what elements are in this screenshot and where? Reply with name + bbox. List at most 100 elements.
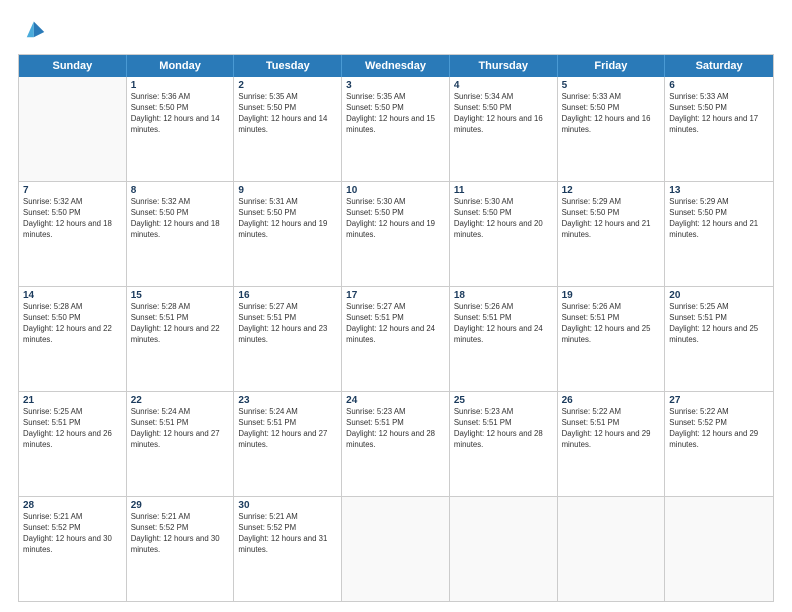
day-number: 22: [131, 395, 230, 406]
calendar-cell: 28Sunrise: 5:21 AMSunset: 5:52 PMDayligh…: [19, 497, 127, 601]
calendar-cell: [19, 77, 127, 181]
calendar-cell: 14Sunrise: 5:28 AMSunset: 5:50 PMDayligh…: [19, 287, 127, 391]
day-number: 18: [454, 290, 553, 301]
calendar-cell: 19Sunrise: 5:26 AMSunset: 5:51 PMDayligh…: [558, 287, 666, 391]
day-number: 4: [454, 80, 553, 91]
calendar-cell: 5Sunrise: 5:33 AMSunset: 5:50 PMDaylight…: [558, 77, 666, 181]
cell-details: Sunrise: 5:29 AMSunset: 5:50 PMDaylight:…: [669, 197, 769, 241]
cell-details: Sunrise: 5:27 AMSunset: 5:51 PMDaylight:…: [238, 302, 337, 346]
day-number: 13: [669, 185, 769, 196]
cell-details: Sunrise: 5:35 AMSunset: 5:50 PMDaylight:…: [346, 92, 445, 136]
cell-details: Sunrise: 5:34 AMSunset: 5:50 PMDaylight:…: [454, 92, 553, 136]
cell-details: Sunrise: 5:33 AMSunset: 5:50 PMDaylight:…: [669, 92, 769, 136]
cell-details: Sunrise: 5:31 AMSunset: 5:50 PMDaylight:…: [238, 197, 337, 241]
logo-icon: [18, 18, 46, 46]
day-number: 20: [669, 290, 769, 301]
day-number: 17: [346, 290, 445, 301]
calendar-cell: 17Sunrise: 5:27 AMSunset: 5:51 PMDayligh…: [342, 287, 450, 391]
day-number: 16: [238, 290, 337, 301]
calendar-cell: [558, 497, 666, 601]
day-number: 6: [669, 80, 769, 91]
calendar-cell: 6Sunrise: 5:33 AMSunset: 5:50 PMDaylight…: [665, 77, 773, 181]
cell-details: Sunrise: 5:21 AMSunset: 5:52 PMDaylight:…: [23, 512, 122, 556]
cell-details: Sunrise: 5:23 AMSunset: 5:51 PMDaylight:…: [346, 407, 445, 451]
calendar-cell: 30Sunrise: 5:21 AMSunset: 5:52 PMDayligh…: [234, 497, 342, 601]
calendar-cell: 4Sunrise: 5:34 AMSunset: 5:50 PMDaylight…: [450, 77, 558, 181]
calendar-cell: [665, 497, 773, 601]
day-number: 19: [562, 290, 661, 301]
calendar-cell: 11Sunrise: 5:30 AMSunset: 5:50 PMDayligh…: [450, 182, 558, 286]
day-number: 5: [562, 80, 661, 91]
calendar-cell: 9Sunrise: 5:31 AMSunset: 5:50 PMDaylight…: [234, 182, 342, 286]
day-number: 27: [669, 395, 769, 406]
calendar-cell: 8Sunrise: 5:32 AMSunset: 5:50 PMDaylight…: [127, 182, 235, 286]
cell-details: Sunrise: 5:32 AMSunset: 5:50 PMDaylight:…: [23, 197, 122, 241]
calendar-cell: 7Sunrise: 5:32 AMSunset: 5:50 PMDaylight…: [19, 182, 127, 286]
calendar-cell: 16Sunrise: 5:27 AMSunset: 5:51 PMDayligh…: [234, 287, 342, 391]
calendar-cell: 13Sunrise: 5:29 AMSunset: 5:50 PMDayligh…: [665, 182, 773, 286]
cell-details: Sunrise: 5:21 AMSunset: 5:52 PMDaylight:…: [238, 512, 337, 556]
calendar-row: 14Sunrise: 5:28 AMSunset: 5:50 PMDayligh…: [19, 286, 773, 391]
day-number: 12: [562, 185, 661, 196]
day-number: 9: [238, 185, 337, 196]
day-number: 2: [238, 80, 337, 91]
day-number: 23: [238, 395, 337, 406]
weekday-header: Tuesday: [234, 55, 342, 77]
calendar-cell: 24Sunrise: 5:23 AMSunset: 5:51 PMDayligh…: [342, 392, 450, 496]
day-number: 14: [23, 290, 122, 301]
cell-details: Sunrise: 5:22 AMSunset: 5:51 PMDaylight:…: [562, 407, 661, 451]
weekday-header: Sunday: [19, 55, 127, 77]
day-number: 7: [23, 185, 122, 196]
calendar-body: 1Sunrise: 5:36 AMSunset: 5:50 PMDaylight…: [19, 77, 773, 601]
day-number: 11: [454, 185, 553, 196]
calendar-cell: 23Sunrise: 5:24 AMSunset: 5:51 PMDayligh…: [234, 392, 342, 496]
weekday-header: Friday: [558, 55, 666, 77]
cell-details: Sunrise: 5:28 AMSunset: 5:50 PMDaylight:…: [23, 302, 122, 346]
calendar-cell: [342, 497, 450, 601]
day-number: 21: [23, 395, 122, 406]
cell-details: Sunrise: 5:28 AMSunset: 5:51 PMDaylight:…: [131, 302, 230, 346]
calendar-cell: 25Sunrise: 5:23 AMSunset: 5:51 PMDayligh…: [450, 392, 558, 496]
calendar-cell: 15Sunrise: 5:28 AMSunset: 5:51 PMDayligh…: [127, 287, 235, 391]
calendar-header: SundayMondayTuesdayWednesdayThursdayFrid…: [19, 55, 773, 77]
cell-details: Sunrise: 5:24 AMSunset: 5:51 PMDaylight:…: [131, 407, 230, 451]
calendar-cell: 18Sunrise: 5:26 AMSunset: 5:51 PMDayligh…: [450, 287, 558, 391]
calendar-cell: 1Sunrise: 5:36 AMSunset: 5:50 PMDaylight…: [127, 77, 235, 181]
weekday-header: Wednesday: [342, 55, 450, 77]
calendar-row: 28Sunrise: 5:21 AMSunset: 5:52 PMDayligh…: [19, 496, 773, 601]
page: SundayMondayTuesdayWednesdayThursdayFrid…: [0, 0, 792, 612]
cell-details: Sunrise: 5:35 AMSunset: 5:50 PMDaylight:…: [238, 92, 337, 136]
cell-details: Sunrise: 5:26 AMSunset: 5:51 PMDaylight:…: [454, 302, 553, 346]
cell-details: Sunrise: 5:36 AMSunset: 5:50 PMDaylight:…: [131, 92, 230, 136]
cell-details: Sunrise: 5:33 AMSunset: 5:50 PMDaylight:…: [562, 92, 661, 136]
day-number: 8: [131, 185, 230, 196]
logo: [18, 18, 50, 46]
header: [18, 18, 774, 46]
weekday-header: Thursday: [450, 55, 558, 77]
calendar-cell: 10Sunrise: 5:30 AMSunset: 5:50 PMDayligh…: [342, 182, 450, 286]
cell-details: Sunrise: 5:24 AMSunset: 5:51 PMDaylight:…: [238, 407, 337, 451]
cell-details: Sunrise: 5:27 AMSunset: 5:51 PMDaylight:…: [346, 302, 445, 346]
calendar-row: 21Sunrise: 5:25 AMSunset: 5:51 PMDayligh…: [19, 391, 773, 496]
calendar-cell: 12Sunrise: 5:29 AMSunset: 5:50 PMDayligh…: [558, 182, 666, 286]
cell-details: Sunrise: 5:25 AMSunset: 5:51 PMDaylight:…: [23, 407, 122, 451]
day-number: 25: [454, 395, 553, 406]
calendar-cell: 22Sunrise: 5:24 AMSunset: 5:51 PMDayligh…: [127, 392, 235, 496]
calendar-cell: [450, 497, 558, 601]
calendar-cell: 3Sunrise: 5:35 AMSunset: 5:50 PMDaylight…: [342, 77, 450, 181]
calendar-cell: 26Sunrise: 5:22 AMSunset: 5:51 PMDayligh…: [558, 392, 666, 496]
cell-details: Sunrise: 5:23 AMSunset: 5:51 PMDaylight:…: [454, 407, 553, 451]
day-number: 1: [131, 80, 230, 91]
calendar-row: 7Sunrise: 5:32 AMSunset: 5:50 PMDaylight…: [19, 181, 773, 286]
cell-details: Sunrise: 5:29 AMSunset: 5:50 PMDaylight:…: [562, 197, 661, 241]
day-number: 29: [131, 500, 230, 511]
calendar-cell: 29Sunrise: 5:21 AMSunset: 5:52 PMDayligh…: [127, 497, 235, 601]
calendar-row: 1Sunrise: 5:36 AMSunset: 5:50 PMDaylight…: [19, 77, 773, 181]
cell-details: Sunrise: 5:21 AMSunset: 5:52 PMDaylight:…: [131, 512, 230, 556]
calendar-cell: 20Sunrise: 5:25 AMSunset: 5:51 PMDayligh…: [665, 287, 773, 391]
day-number: 30: [238, 500, 337, 511]
day-number: 26: [562, 395, 661, 406]
calendar-cell: 2Sunrise: 5:35 AMSunset: 5:50 PMDaylight…: [234, 77, 342, 181]
cell-details: Sunrise: 5:25 AMSunset: 5:51 PMDaylight:…: [669, 302, 769, 346]
day-number: 3: [346, 80, 445, 91]
